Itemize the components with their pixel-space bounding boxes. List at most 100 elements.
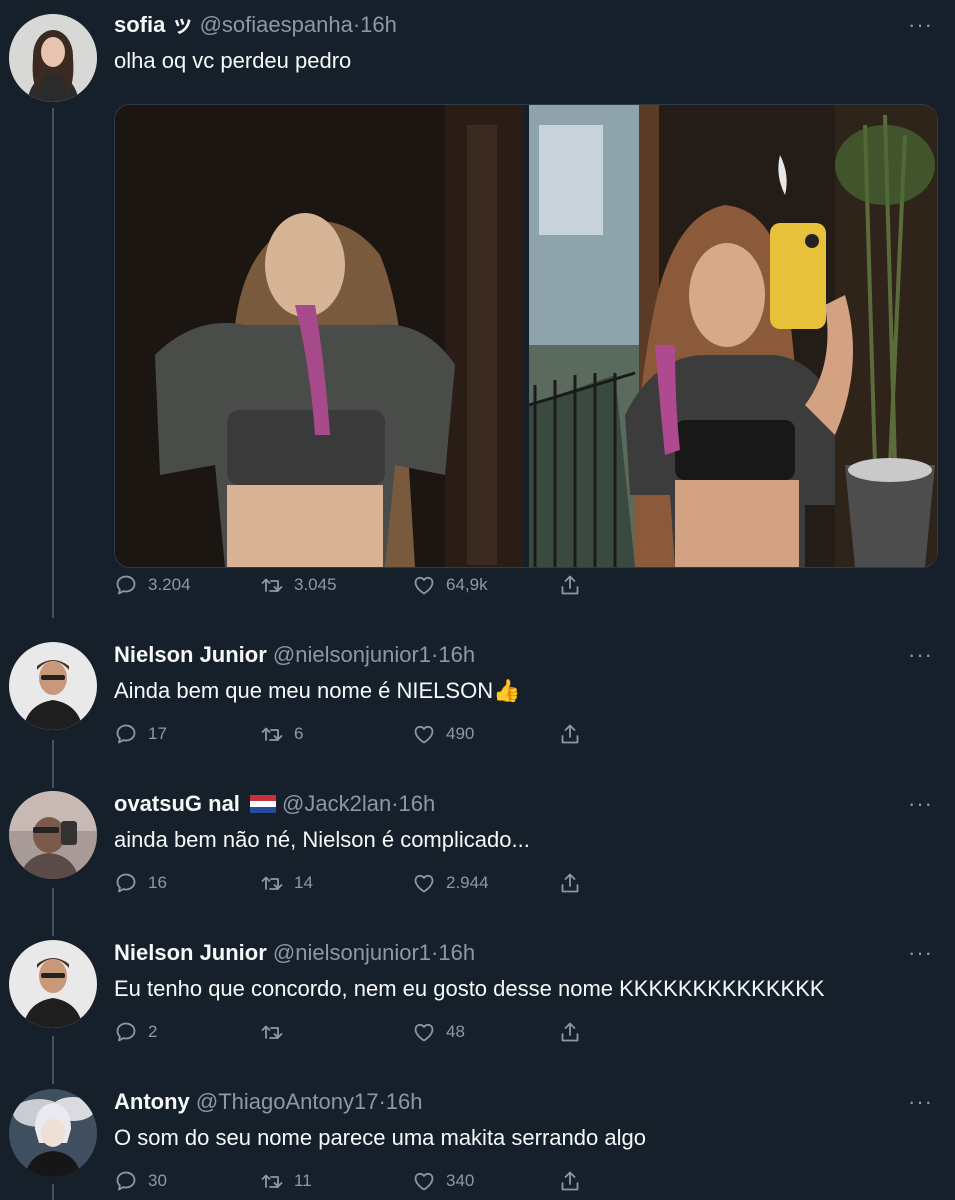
reply-tweet[interactable]: Nielson Junior @nielsonjunior1·16h ··· A… — [0, 640, 955, 750]
share-button[interactable] — [558, 868, 582, 898]
avatar[interactable] — [9, 1089, 97, 1177]
share-button[interactable] — [558, 1166, 582, 1196]
timestamp[interactable]: 16h — [438, 642, 475, 667]
retweet-button[interactable]: 11 — [260, 1166, 312, 1196]
display-name[interactable]: Nielson Junior — [114, 940, 267, 965]
avatar[interactable] — [9, 642, 97, 730]
netherlands-flag-icon — [250, 795, 277, 813]
share-button[interactable] — [558, 719, 582, 749]
reply-icon — [116, 1022, 136, 1042]
retweet-count: 14 — [294, 873, 313, 892]
like-icon — [414, 1172, 434, 1191]
user-handle[interactable]: @nielsonjunior1 — [273, 642, 431, 667]
reply-count: 30 — [148, 1171, 167, 1190]
share-button[interactable] — [558, 570, 582, 600]
display-name[interactable]: ovatsuG nal — [114, 791, 240, 816]
retweet-icon — [261, 876, 283, 890]
reply-tweet[interactable]: Antony @ThiagoAntony17·16h ··· O som do … — [0, 1087, 955, 1200]
tweet-text: Ainda bem que meu nome é NIELSON👍 — [114, 678, 521, 703]
retweet-count: 3.045 — [294, 575, 337, 594]
share-icon — [561, 1022, 579, 1042]
more-icon[interactable]: ··· — [908, 940, 933, 966]
tweet-actions: 2 48 — [114, 1017, 594, 1047]
display-name[interactable]: Antony — [114, 1089, 190, 1114]
retweet-icon — [261, 727, 283, 741]
share-icon — [561, 873, 579, 893]
reply-count: 16 — [148, 873, 167, 892]
timestamp[interactable]: 16h — [438, 940, 475, 965]
reply-button[interactable]: 16 — [114, 868, 167, 898]
like-count: 48 — [446, 1022, 465, 1041]
retweet-icon — [261, 1174, 283, 1188]
tweet-header: sofia ッ @sofiaespanha·16h — [114, 10, 397, 40]
retweet-count: 11 — [294, 1171, 312, 1190]
tweet-header: ovatsuG nal @Jack2lan·16h — [114, 789, 435, 819]
tweet-actions: 3.204 3.045 64,9k — [114, 570, 594, 600]
user-handle[interactable]: @sofiaespanha — [200, 12, 353, 37]
like-count: 340 — [446, 1171, 475, 1190]
timestamp[interactable]: 16h — [360, 12, 397, 37]
like-icon — [414, 725, 434, 744]
tweet-header: Nielson Junior @nielsonjunior1·16h — [114, 938, 475, 968]
more-icon[interactable]: ··· — [908, 791, 933, 817]
reply-button[interactable]: 2 — [114, 1017, 157, 1047]
retweet-button[interactable]: 6 — [260, 719, 303, 749]
reply-button[interactable]: 3.204 — [114, 570, 191, 600]
user-handle[interactable]: @ThiagoAntony17 — [196, 1089, 379, 1114]
reply-button[interactable]: 17 — [114, 719, 167, 749]
tweet-text: olha oq vc perdeu pedro — [114, 48, 352, 73]
more-icon[interactable]: ··· — [908, 1089, 933, 1115]
timestamp[interactable]: 16h — [399, 791, 436, 816]
like-icon — [414, 1023, 434, 1042]
avatar[interactable] — [9, 14, 97, 102]
retweet-button[interactable]: 3.045 — [260, 570, 337, 600]
like-button[interactable]: 2.944 — [412, 868, 489, 898]
reply-tweet[interactable]: Nielson Junior @nielsonjunior1·16h ··· E… — [0, 938, 955, 1048]
tweet-original[interactable]: sofia ッ @sofiaespanha·16h ··· olha oq vc… — [0, 10, 955, 610]
display-name[interactable]: sofia ッ — [114, 12, 193, 37]
photo-left[interactable] — [115, 105, 523, 567]
like-icon — [414, 874, 434, 893]
reply-icon — [116, 1171, 136, 1191]
reply-tweet[interactable]: ovatsuG nal @Jack2lan·16h ··· ainda bem … — [0, 789, 955, 899]
tweet-actions: 30 11 340 — [114, 1166, 594, 1196]
more-icon[interactable]: ··· — [908, 642, 933, 668]
photo-right[interactable] — [528, 105, 937, 567]
reply-icon — [116, 575, 136, 595]
like-count: 2.944 — [446, 873, 489, 892]
retweet-button[interactable] — [260, 1017, 294, 1047]
reply-button[interactable]: 30 — [114, 1166, 167, 1196]
retweet-icon — [261, 578, 283, 592]
retweet-button[interactable]: 14 — [260, 868, 313, 898]
more-icon[interactable]: ··· — [908, 12, 933, 38]
like-button[interactable]: 490 — [412, 719, 474, 749]
share-icon — [561, 575, 579, 595]
separator-dot: · — [391, 791, 399, 816]
tweet-text: ainda bem não né, Nielson é complicado..… — [114, 827, 530, 852]
like-icon — [414, 576, 434, 595]
separator-dot: · — [378, 1089, 386, 1114]
avatar[interactable] — [9, 940, 97, 1028]
user-handle[interactable]: @nielsonjunior1 — [273, 940, 431, 965]
like-button[interactable]: 48 — [412, 1017, 465, 1047]
reply-count: 17 — [148, 724, 167, 743]
tweet-media[interactable] — [114, 104, 938, 568]
tweet-text: Eu tenho que concordo, nem eu gosto dess… — [114, 976, 825, 1001]
reply-icon — [116, 724, 136, 744]
like-button[interactable]: 64,9k — [412, 570, 488, 600]
like-button[interactable]: 340 — [412, 1166, 474, 1196]
tweet-header: Nielson Junior @nielsonjunior1·16h — [114, 640, 475, 670]
share-button[interactable] — [558, 1017, 582, 1047]
timestamp[interactable]: 16h — [386, 1089, 423, 1114]
tweet-text: O som do seu nome parece uma makita serr… — [114, 1125, 646, 1150]
user-handle[interactable]: @Jack2lan — [282, 791, 391, 816]
reply-count: 3.204 — [148, 575, 191, 594]
tweet-actions: 16 14 2.944 — [114, 868, 594, 898]
retweet-icon — [261, 1025, 283, 1039]
display-name[interactable]: Nielson Junior — [114, 642, 267, 667]
share-icon — [561, 1171, 579, 1191]
like-count: 490 — [446, 724, 475, 743]
reply-icon — [116, 873, 136, 893]
share-icon — [561, 724, 579, 744]
avatar[interactable] — [9, 791, 97, 879]
